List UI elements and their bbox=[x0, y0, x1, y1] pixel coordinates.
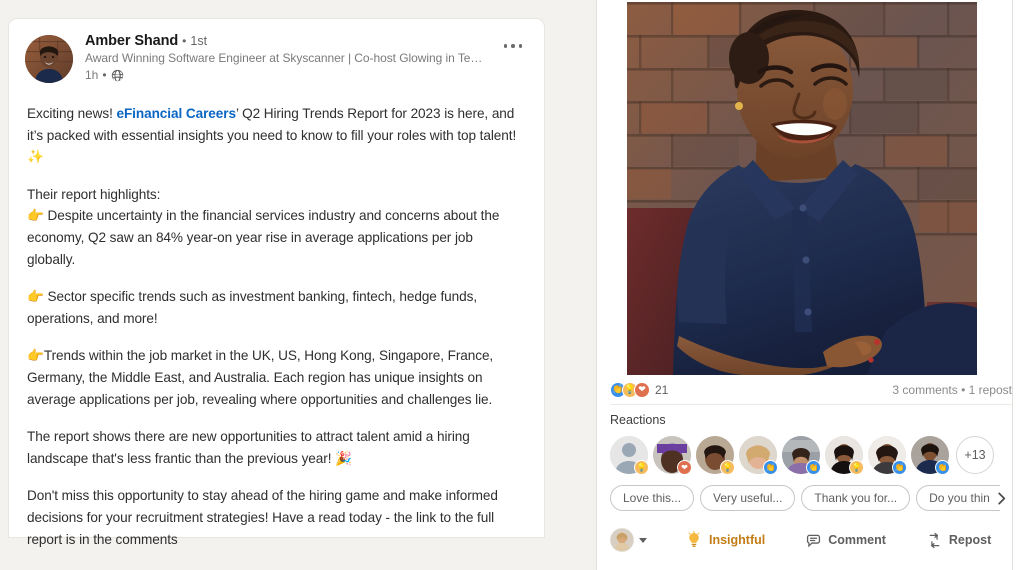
highlight-bullet-2: 👉 Sector specific trends such as investm… bbox=[27, 289, 478, 326]
insightful-icon: 💡 bbox=[720, 460, 735, 475]
lightbulb-icon bbox=[685, 531, 703, 549]
list-item[interactable]: 👏 bbox=[782, 436, 821, 475]
comment-chip[interactable]: Very useful... bbox=[700, 485, 796, 511]
ellipsis-dot bbox=[503, 44, 508, 48]
reactions-section-label: Reactions bbox=[610, 413, 666, 427]
author-headline: Award Winning Software Engineer at Skysc… bbox=[85, 51, 484, 65]
caret-down-icon bbox=[639, 537, 647, 543]
comment-suggestion-chips: Love this... Very useful... Thank you fo… bbox=[610, 483, 1000, 513]
post-text-content: Exciting news! eFinancial Careers’ Q2 Hi… bbox=[27, 103, 522, 570]
post-paragraph: Don't miss this opportunity to stay ahea… bbox=[27, 485, 522, 550]
post-closing-1: The report shows there are new opportuni… bbox=[27, 429, 470, 466]
like-icon: 👏 bbox=[806, 460, 821, 475]
reaction-count[interactable]: 21 bbox=[655, 383, 668, 397]
highlight-bullet-1: 👉 Despite uncertainty in the financial s… bbox=[27, 208, 500, 267]
author-name-row: Amber Shand • 1st bbox=[85, 33, 484, 49]
list-item[interactable]: 💡 bbox=[825, 436, 864, 475]
comment-button[interactable]: Comment bbox=[797, 528, 894, 553]
globe-icon bbox=[111, 69, 124, 82]
post-paragraph: 👉Trends within the job market in the UK,… bbox=[27, 345, 522, 410]
ellipsis-icon[interactable] bbox=[496, 33, 530, 59]
post-paragraph: The report shows there are new opportuni… bbox=[27, 426, 522, 469]
comment-chip[interactable]: Do you think... bbox=[916, 485, 1000, 511]
love-icon: ❤ bbox=[634, 382, 650, 398]
list-item[interactable]: 👏 bbox=[739, 436, 778, 475]
post-timestamp: 1h bbox=[85, 68, 99, 82]
post-image[interactable] bbox=[627, 2, 977, 375]
avatar[interactable] bbox=[25, 35, 73, 83]
like-icon: 👏 bbox=[763, 460, 778, 475]
avatar-icon bbox=[610, 528, 634, 552]
post-closing-2: Don't miss this opportunity to stay ahea… bbox=[27, 488, 498, 547]
insightful-icon: 💡 bbox=[849, 460, 864, 475]
linkedin-post-screen: Amber Shand • 1st Award Winning Software… bbox=[0, 0, 1024, 570]
like-icon: 👏 bbox=[892, 460, 907, 475]
comment-label: Comment bbox=[828, 533, 886, 547]
like-icon: 👏 bbox=[935, 460, 950, 475]
author-connection-degree: 1st bbox=[190, 34, 208, 48]
post-image-graphic bbox=[627, 2, 977, 375]
reactor-avatars-list: 💡 ❤ 💡 👏 👏 💡 👏 👏 +13 bbox=[610, 434, 994, 476]
love-icon: ❤ bbox=[677, 460, 692, 475]
insightful-icon: 💡 bbox=[634, 460, 649, 475]
post-paragraph: #hiringtrends #hiringmanagers #ad #caree… bbox=[27, 566, 522, 570]
post-action-bar: Insightful Comment Repost bbox=[610, 522, 1010, 558]
repost-arrows-icon bbox=[926, 532, 943, 549]
post-text-intro: Exciting news! bbox=[27, 106, 117, 121]
ellipsis-dot bbox=[518, 44, 523, 48]
comment-bubble-icon bbox=[805, 532, 822, 549]
company-mention-link[interactable]: eFinancial Careers bbox=[116, 106, 236, 121]
post-card: Amber Shand • 1st Award Winning Software… bbox=[8, 18, 545, 570]
post-paragraph: 👉 Sector specific trends such as investm… bbox=[27, 286, 522, 329]
list-item[interactable]: 💡 bbox=[696, 436, 735, 475]
reaction-icons-group[interactable]: 👏 💡 ❤ bbox=[610, 382, 650, 398]
insightful-label: Insightful bbox=[709, 533, 766, 547]
comments-reposts-count[interactable]: 3 comments • 1 repost bbox=[892, 383, 1012, 397]
reactors-overflow-count[interactable]: +13 bbox=[956, 436, 994, 474]
list-item[interactable]: 💡 bbox=[610, 436, 649, 475]
right-panel-border bbox=[1012, 0, 1013, 570]
list-item[interactable]: ❤ bbox=[653, 436, 692, 475]
list-item[interactable]: 👏 bbox=[911, 436, 950, 475]
avatar-image bbox=[25, 35, 73, 83]
author-info: Amber Shand • 1st Award Winning Software… bbox=[85, 33, 484, 82]
comment-as-selector[interactable] bbox=[610, 528, 647, 552]
comment-chip[interactable]: Love this... bbox=[610, 485, 695, 511]
post-header: Amber Shand • 1st Award Winning Software… bbox=[25, 31, 528, 91]
post-paragraph: Their report highlights: 👉 Despite uncer… bbox=[27, 184, 522, 270]
list-item[interactable]: 👏 bbox=[868, 436, 907, 475]
author-name[interactable]: Amber Shand bbox=[85, 33, 178, 49]
highlight-bullet-3: 👉Trends within the job market in the UK,… bbox=[27, 348, 494, 407]
repost-button[interactable]: Repost bbox=[918, 528, 999, 553]
post-text-panel: Amber Shand • 1st Award Winning Software… bbox=[0, 0, 596, 570]
report-highlights-label: Their report highlights: bbox=[27, 186, 161, 202]
post-meta-row: 1h • bbox=[85, 68, 484, 82]
insightful-button[interactable]: Insightful bbox=[677, 527, 773, 553]
post-paragraph: Exciting news! eFinancial Careers’ Q2 Hi… bbox=[27, 103, 522, 168]
chevron-right-icon[interactable] bbox=[989, 486, 1013, 510]
ellipsis-dot bbox=[511, 44, 515, 48]
meta-separator: • bbox=[102, 68, 107, 82]
author-separator: • bbox=[182, 34, 187, 48]
counts-divider bbox=[610, 404, 1012, 405]
post-media-panel: 👏 💡 ❤ 21 3 comments • 1 repost Reactions… bbox=[597, 0, 1024, 570]
social-counts-row: 👏 💡 ❤ 21 3 comments • 1 repost bbox=[610, 378, 1012, 402]
comment-chip[interactable]: Thank you for... bbox=[801, 485, 911, 511]
repost-label: Repost bbox=[948, 533, 992, 547]
